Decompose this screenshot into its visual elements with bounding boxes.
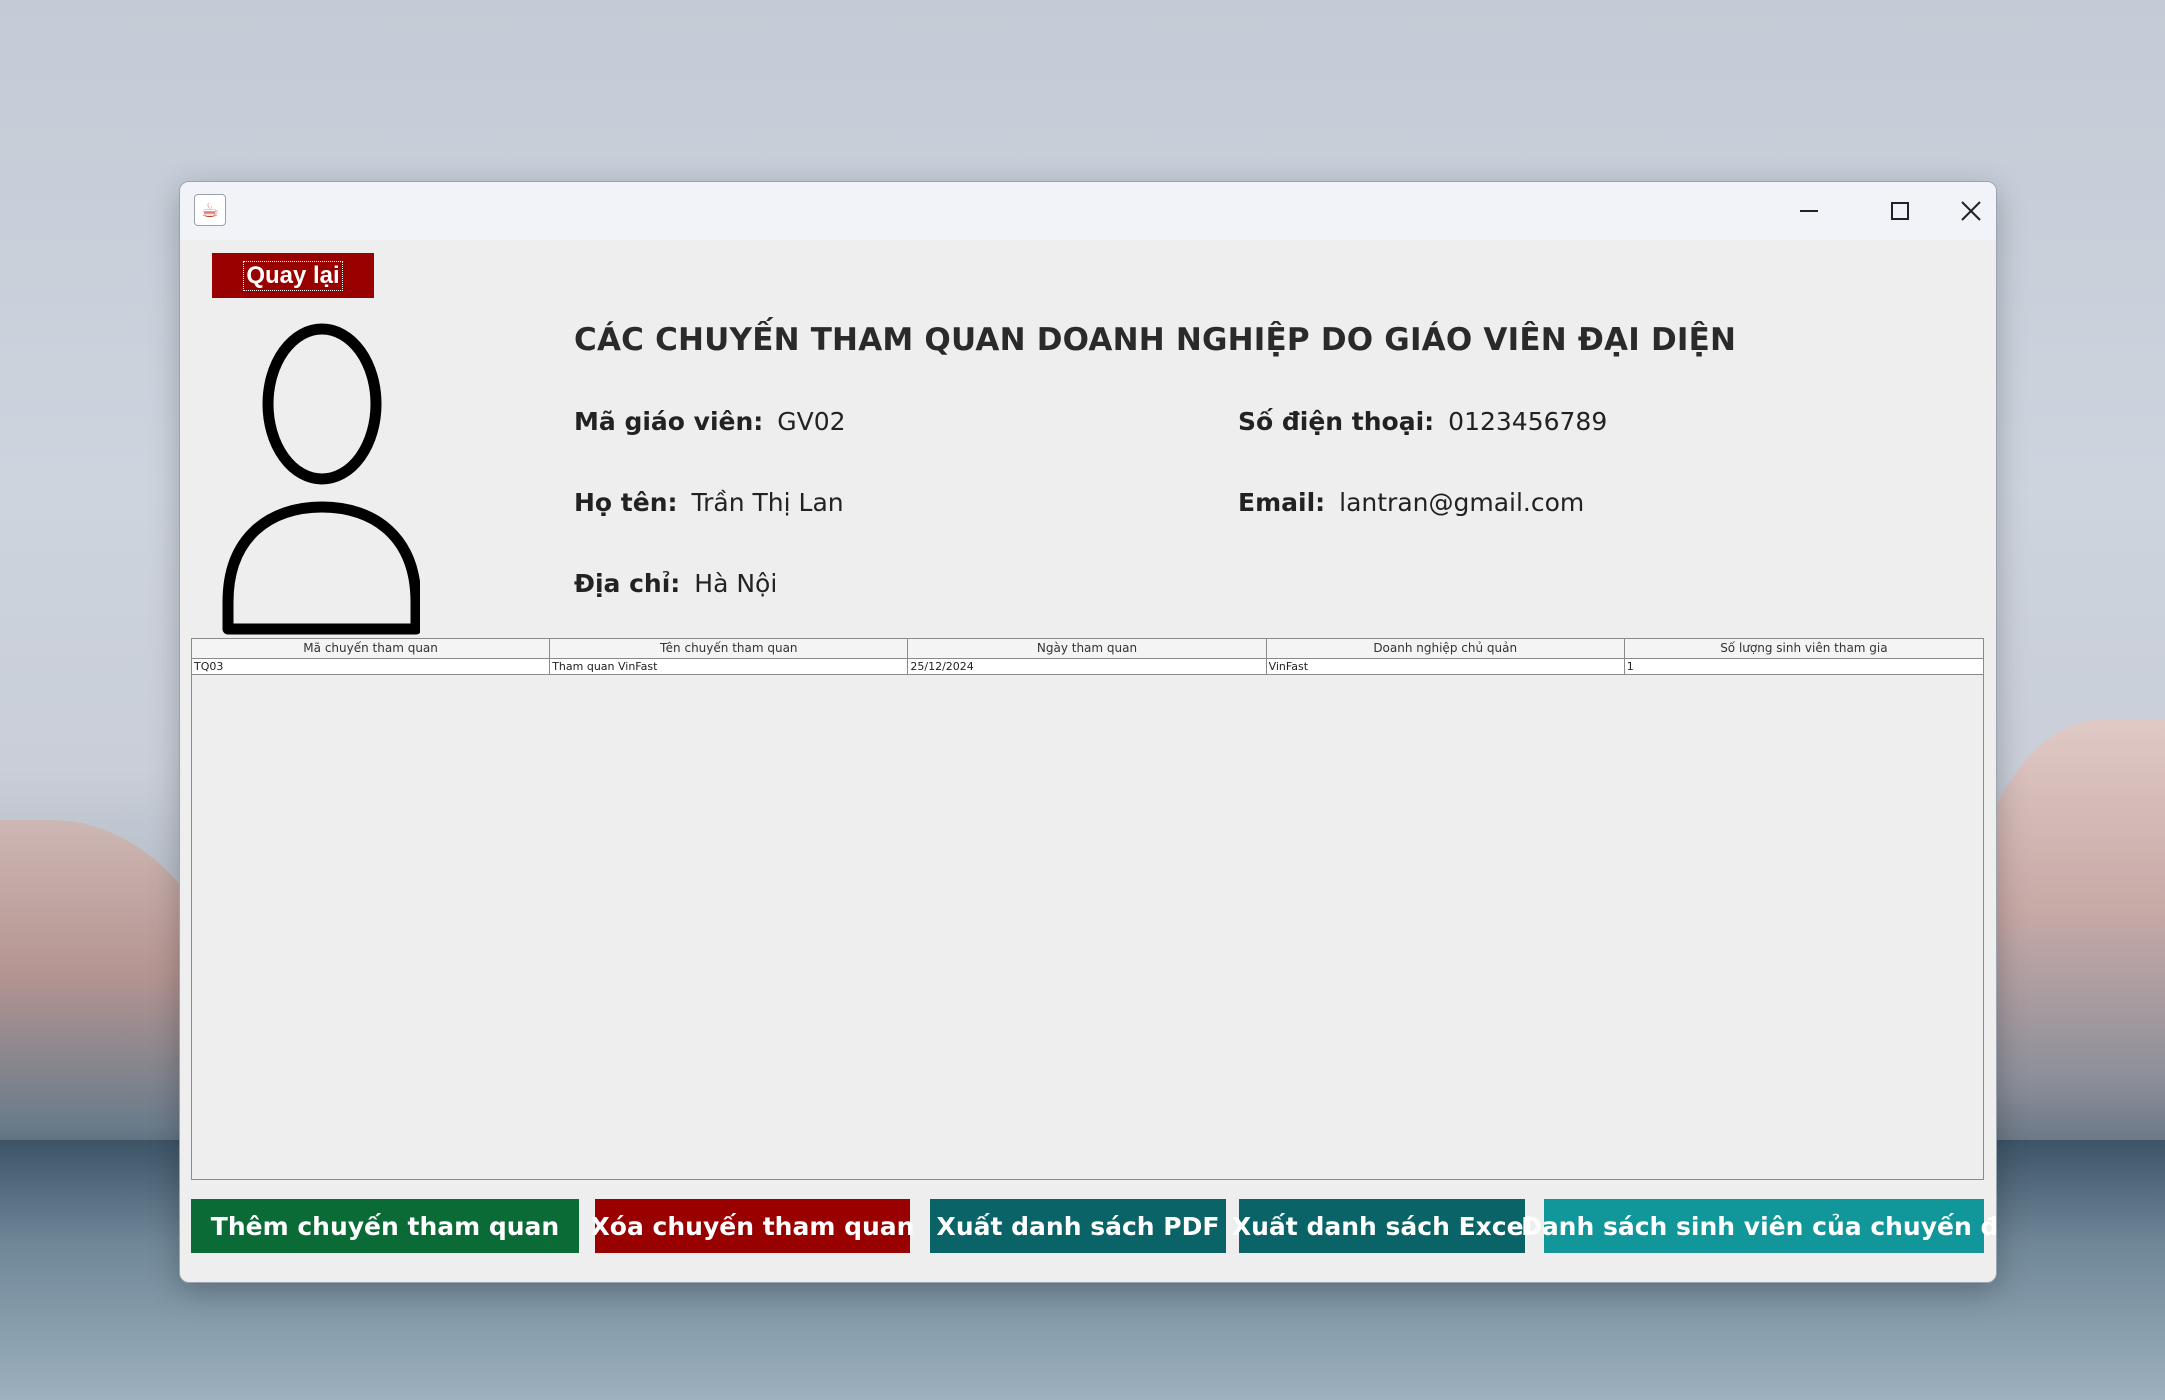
teacher-id-value: GV02 xyxy=(777,407,846,436)
teacher-email-value: lantran@gmail.com xyxy=(1339,488,1585,517)
teacher-phone-value: 0123456789 xyxy=(1448,407,1608,436)
column-header[interactable]: Doanh nghiệp chủ quản xyxy=(1266,639,1625,659)
table-header: Mã chuyến tham quan Tên chuyến tham quan… xyxy=(192,639,1983,659)
maximize-icon xyxy=(1891,202,1909,220)
back-button-label: Quay lại xyxy=(243,260,343,291)
export-pdf-button[interactable]: Xuất danh sách PDF xyxy=(930,1199,1226,1253)
teacher-id: Mã giáo viên: GV02 xyxy=(574,407,846,436)
teacher-name-value: Trần Thị Lan xyxy=(691,488,844,517)
table-cell[interactable]: 25/12/2024 xyxy=(908,659,1267,675)
table-cell[interactable]: VinFast xyxy=(1266,659,1625,675)
minimize-icon xyxy=(1800,210,1818,212)
teacher-name-label: Họ tên: xyxy=(574,488,678,517)
teacher-address-value: Hà Nội xyxy=(694,569,778,598)
close-button[interactable] xyxy=(1945,182,1996,240)
teacher-phone: Số điện thoại: 0123456789 xyxy=(1238,407,1607,436)
teacher-address: Địa chỉ: Hà Nội xyxy=(574,569,777,598)
teacher-id-label: Mã giáo viên: xyxy=(574,407,764,436)
table-row[interactable]: TQ03 Tham quan VinFast 25/12/2024 VinFas… xyxy=(192,659,1983,675)
trip-students-button[interactable]: Danh sách sinh viên của chuyến đi xyxy=(1521,1199,1996,1253)
table-cell[interactable]: Tham quan VinFast xyxy=(550,659,909,675)
page-title: CÁC CHUYẾN THAM QUAN DOANH NGHIỆP DO GIÁ… xyxy=(574,322,1737,358)
close-icon xyxy=(1960,201,1981,221)
column-header[interactable]: Tên chuyến tham quan xyxy=(550,639,909,659)
minimize-button[interactable] xyxy=(1764,182,1854,240)
maximize-button[interactable] xyxy=(1855,182,1945,240)
table-cell[interactable]: 1 xyxy=(1624,659,1983,675)
java-cup-icon: ☕ xyxy=(194,194,226,226)
title-bar: ☕ xyxy=(180,182,1996,240)
app-window: ☕ Quay lại CÁC CHUYẾN THAM QUAN DOANH NG… xyxy=(179,181,1997,1283)
teacher-phone-label: Số điện thoại: xyxy=(1238,407,1435,436)
add-trip-button[interactable]: Thêm chuyến tham quan xyxy=(191,1199,579,1253)
teacher-name: Họ tên: Trần Thị Lan xyxy=(574,488,844,517)
user-avatar-icon xyxy=(222,323,420,635)
column-header[interactable]: Ngày tham quan xyxy=(908,639,1267,659)
trips-table[interactable]: Mã chuyến tham quan Tên chuyến tham quan… xyxy=(191,638,1984,1180)
column-header[interactable]: Số lượng sinh viên tham gia xyxy=(1624,639,1983,659)
export-excel-button[interactable]: Xuất danh sách Excel xyxy=(1232,1199,1532,1253)
teacher-email-label: Email: xyxy=(1238,488,1326,517)
teacher-email: Email: lantran@gmail.com xyxy=(1238,488,1584,517)
table-cell[interactable]: TQ03 xyxy=(192,659,551,675)
column-header[interactable]: Mã chuyến tham quan xyxy=(192,639,551,659)
delete-trip-button[interactable]: Xóa chuyến tham quan xyxy=(591,1199,914,1253)
back-button[interactable]: Quay lại xyxy=(212,253,374,298)
teacher-address-label: Địa chỉ: xyxy=(574,569,681,598)
